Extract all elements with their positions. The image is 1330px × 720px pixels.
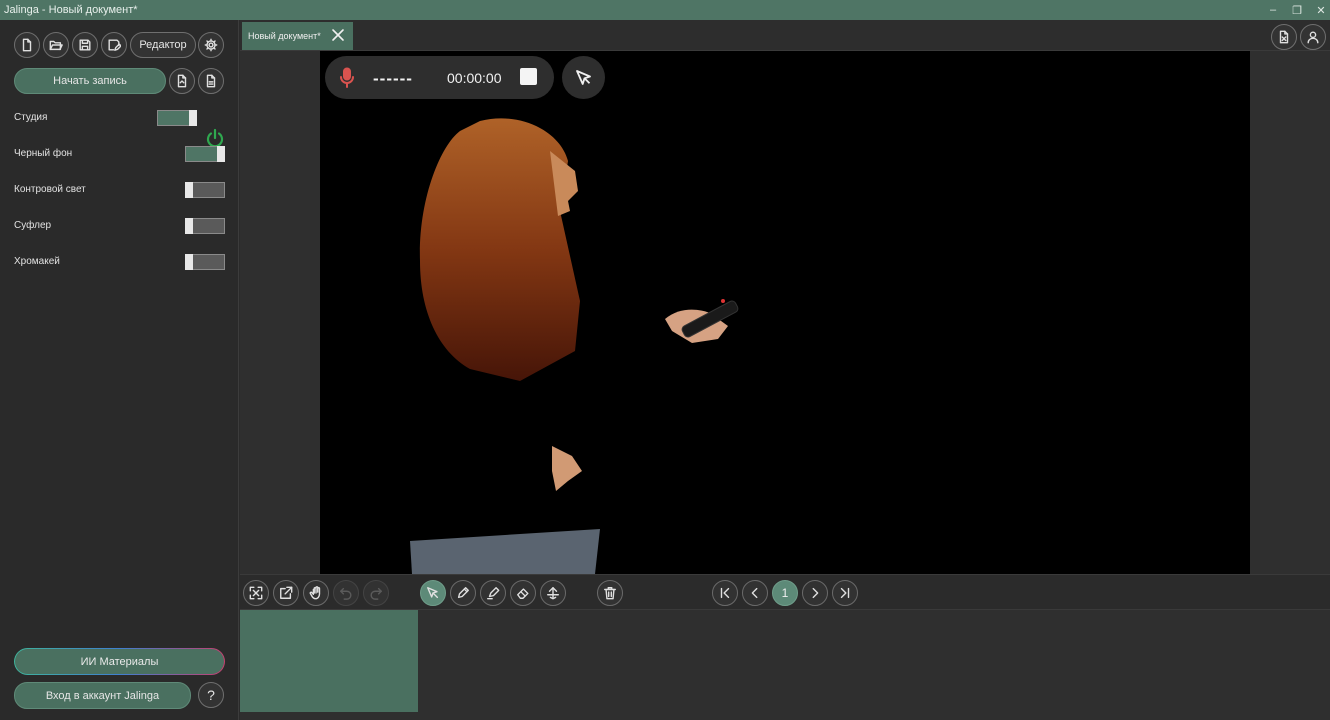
microphone-icon[interactable] bbox=[339, 67, 355, 89]
option-label-prompter: Суфлер bbox=[14, 220, 52, 231]
toggle-knob bbox=[189, 110, 197, 126]
undo-icon bbox=[340, 587, 352, 600]
redo-icon bbox=[370, 587, 382, 600]
save-as-icon bbox=[108, 39, 121, 51]
new-file-button[interactable] bbox=[14, 32, 40, 58]
prev-page-button[interactable] bbox=[742, 580, 768, 606]
account-button[interactable] bbox=[1300, 24, 1326, 50]
settings-button[interactable] bbox=[198, 32, 224, 58]
toggle-knob bbox=[185, 182, 193, 198]
editor-button[interactable]: Редактор bbox=[130, 32, 196, 58]
eraser-tool-button[interactable] bbox=[510, 580, 536, 606]
select-tool-button[interactable] bbox=[420, 580, 446, 606]
open-button[interactable] bbox=[43, 32, 69, 58]
close-tab-icon[interactable] bbox=[331, 28, 345, 42]
pen-tool-button[interactable] bbox=[450, 580, 476, 606]
help-button[interactable]: ? bbox=[198, 682, 224, 708]
toggle-chromakey[interactable] bbox=[185, 254, 225, 270]
pencil-icon bbox=[457, 587, 469, 599]
option-label-studio: Студия bbox=[14, 112, 48, 123]
stop-button[interactable] bbox=[520, 68, 537, 85]
close-document-button[interactable] bbox=[1271, 24, 1297, 50]
document-icon bbox=[206, 74, 216, 88]
document-tab-bar: Новый документ* bbox=[240, 20, 1330, 51]
window-title: Jalinga - Новый документ* bbox=[4, 4, 138, 16]
document-button[interactable] bbox=[198, 68, 224, 94]
last-page-icon bbox=[840, 587, 850, 599]
minimize-icon[interactable]: – bbox=[1268, 4, 1278, 16]
chevron-left-icon bbox=[751, 587, 758, 599]
export-doc-button[interactable] bbox=[169, 68, 195, 94]
undo-button[interactable] bbox=[333, 580, 359, 606]
next-page-button[interactable] bbox=[802, 580, 828, 606]
login-button[interactable]: Вход в аккаунт Jalinga bbox=[14, 682, 191, 709]
marker-tool-button[interactable] bbox=[480, 580, 506, 606]
window-controls: – ❐ ✕ bbox=[1268, 0, 1326, 20]
user-icon bbox=[1307, 31, 1319, 44]
ai-materials-label: ИИ Материалы bbox=[15, 649, 224, 674]
bottom-toolbar: 1 bbox=[240, 574, 1330, 610]
chevron-right-icon bbox=[812, 587, 819, 599]
recording-bar: ------ 00:00:00 bbox=[325, 56, 554, 99]
toggle-black-bg[interactable] bbox=[185, 146, 225, 162]
audio-level: ------ bbox=[373, 69, 413, 88]
restore-icon[interactable]: ❐ bbox=[1292, 4, 1302, 17]
title-bar: Jalinga - Новый документ* – ❐ ✕ bbox=[0, 0, 1330, 20]
last-page-button[interactable] bbox=[832, 580, 858, 606]
close-icon[interactable]: ✕ bbox=[1316, 4, 1326, 17]
cursor-arrow-icon bbox=[427, 587, 439, 599]
toggle-studio[interactable] bbox=[157, 110, 197, 126]
toggle-knob bbox=[185, 218, 193, 234]
option-label-backlight: Контровой свет bbox=[14, 184, 86, 195]
fullscreen-button[interactable] bbox=[243, 580, 269, 606]
cursor-arrow-icon bbox=[575, 69, 591, 85]
external-link-icon bbox=[280, 586, 293, 599]
toggle-backlight[interactable] bbox=[185, 182, 225, 198]
toggle-knob bbox=[185, 254, 193, 270]
ai-materials-button[interactable]: ИИ Материалы bbox=[14, 648, 225, 675]
gear-icon bbox=[204, 38, 218, 52]
expand-icon bbox=[249, 586, 263, 600]
tab-label: Новый документ* bbox=[248, 31, 321, 41]
option-label-chromakey: Хромакей bbox=[14, 256, 60, 267]
laser-pointer-button[interactable] bbox=[540, 580, 566, 606]
page-number: 1 bbox=[781, 586, 789, 600]
highlighter-icon bbox=[487, 587, 500, 600]
redo-button[interactable] bbox=[363, 580, 389, 606]
recording-timer: 00:00:00 bbox=[447, 70, 502, 86]
current-page-indicator[interactable]: 1 bbox=[772, 580, 798, 606]
camera-preview[interactable] bbox=[320, 51, 1250, 574]
option-label-black-bg: Черный фон bbox=[14, 148, 73, 159]
pointer-button[interactable] bbox=[562, 56, 605, 99]
toggle-knob bbox=[217, 146, 225, 162]
hand-tool-button[interactable] bbox=[303, 580, 329, 606]
eraser-icon bbox=[517, 588, 529, 599]
delete-button[interactable] bbox=[597, 580, 623, 606]
power-icon[interactable] bbox=[205, 128, 225, 148]
save-as-button[interactable] bbox=[101, 32, 127, 58]
tab-new-document[interactable]: Новый документ* bbox=[242, 22, 353, 50]
save-button[interactable] bbox=[72, 32, 98, 58]
save-icon bbox=[79, 39, 91, 51]
sidebar: Редактор Начать запись Студия Черный фон… bbox=[0, 20, 239, 720]
presenter-image bbox=[410, 118, 739, 574]
slide-thumbnail[interactable] bbox=[240, 610, 418, 712]
open-external-button[interactable] bbox=[273, 580, 299, 606]
new-file-icon bbox=[22, 38, 32, 52]
toggle-prompter[interactable] bbox=[185, 218, 225, 234]
open-folder-icon bbox=[49, 40, 63, 51]
first-page-icon bbox=[720, 587, 730, 599]
trash-icon bbox=[604, 587, 616, 600]
close-document-icon bbox=[1279, 30, 1289, 44]
export-doc-icon bbox=[177, 74, 187, 88]
first-page-button[interactable] bbox=[712, 580, 738, 606]
laser-pointer-icon bbox=[547, 587, 559, 600]
start-recording-button[interactable]: Начать запись bbox=[14, 68, 166, 94]
slide-thumbnails bbox=[240, 610, 1330, 720]
hand-icon bbox=[309, 586, 321, 600]
